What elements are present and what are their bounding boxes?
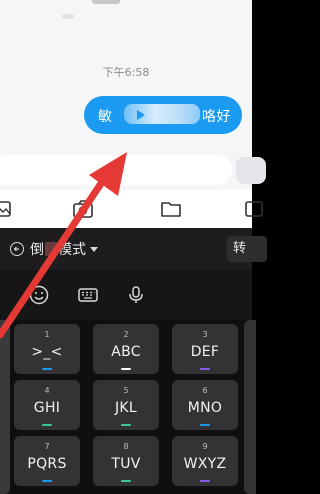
sent-message-bubble[interactable]: 敏 咯好 xyxy=(84,96,242,134)
key-3[interactable]: 3 DEF xyxy=(172,324,238,374)
keypad: 1 >_< 2 ABC 3 DEF 4 GHI 5 JKL 6 MNO 7 PQ… xyxy=(0,320,256,494)
key-accent xyxy=(42,480,52,482)
message-timestamp: 下午6:58 xyxy=(102,66,150,79)
key-5[interactable]: 5 JKL xyxy=(93,380,159,430)
chat-toolbar xyxy=(0,190,263,228)
key-number: 6 xyxy=(202,386,208,395)
key-accent xyxy=(121,368,131,370)
keyboard-icon[interactable] xyxy=(77,284,99,306)
caret-down-icon xyxy=(90,246,98,252)
key-accent xyxy=(42,424,52,426)
previous-message-fragment xyxy=(92,0,120,4)
microphone-icon[interactable] xyxy=(125,284,147,306)
key-number: 4 xyxy=(44,386,50,395)
key-number: 3 xyxy=(202,330,208,339)
send-button[interactable] xyxy=(236,157,266,184)
key-accent xyxy=(42,368,52,370)
more-tool-icon[interactable] xyxy=(244,198,266,220)
key-9[interactable]: 9 WXYZ xyxy=(172,436,238,486)
key-number: 9 xyxy=(202,442,208,451)
blurred-fragment xyxy=(62,14,74,19)
key-letters: >_< xyxy=(31,344,63,360)
left-key-column[interactable] xyxy=(0,320,10,494)
back-arrow-icon xyxy=(10,242,24,256)
blurred-region xyxy=(124,104,200,124)
mode-label: 倒 xyxy=(30,242,44,258)
key-4[interactable]: 4 GHI xyxy=(14,380,80,430)
ime-function-row xyxy=(0,270,252,320)
key-letters: WXYZ xyxy=(183,456,227,472)
key-1[interactable]: 1 >_< xyxy=(14,324,80,374)
key-letters: DEF xyxy=(190,344,220,360)
bubble-tail xyxy=(137,110,145,120)
key-letters: PQRS xyxy=(27,456,67,472)
key-number: 1 xyxy=(44,330,50,339)
key-6[interactable]: 6 MNO xyxy=(172,380,238,430)
key-7[interactable]: 7 PQRS xyxy=(14,436,80,486)
message-input[interactable] xyxy=(0,155,232,185)
message-input-row xyxy=(0,150,266,190)
key-letters: JKL xyxy=(114,400,137,416)
key-letters: TUV xyxy=(111,456,141,472)
key-letters: ABC xyxy=(111,344,141,360)
key-accent xyxy=(200,368,210,370)
key-letters: MNO xyxy=(187,400,223,416)
key-letters: GHI xyxy=(33,400,61,416)
key-number: 5 xyxy=(123,386,129,395)
key-number: 2 xyxy=(123,330,129,339)
key-8[interactable]: 8 TUV xyxy=(93,436,159,486)
message-text-end: 咯好 xyxy=(202,109,231,125)
folder-icon[interactable] xyxy=(160,198,182,220)
emoji-icon[interactable] xyxy=(28,284,50,306)
mode-label-suffix: 模式 xyxy=(58,242,86,258)
image-icon[interactable] xyxy=(0,198,12,220)
camera-icon[interactable] xyxy=(72,198,94,220)
key-accent xyxy=(121,424,131,426)
input-mode-selector[interactable]: 倒 模式 xyxy=(10,240,98,258)
convert-button[interactable]: 转 xyxy=(227,236,267,262)
key-accent xyxy=(200,424,210,426)
key-2[interactable]: 2 ABC xyxy=(93,324,159,374)
key-number: 7 xyxy=(44,442,50,451)
ime-toolbar: 倒 模式 转 xyxy=(0,228,267,270)
key-accent xyxy=(121,480,131,482)
message-text-start: 敏 xyxy=(98,109,113,125)
arrow-overlap xyxy=(45,242,57,256)
right-key-column[interactable] xyxy=(244,320,256,494)
key-number: 8 xyxy=(123,442,129,451)
key-accent xyxy=(200,480,210,482)
